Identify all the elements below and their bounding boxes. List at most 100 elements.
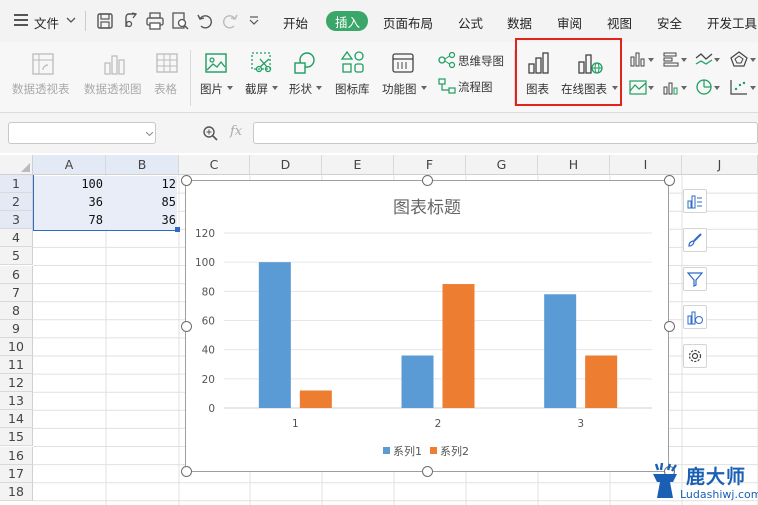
fx-icon[interactable]: fx bbox=[230, 124, 242, 139]
table-button[interactable]: 表格 bbox=[154, 81, 177, 97]
y-tick-label: 80 bbox=[202, 286, 215, 298]
screenshot-button[interactable]: 截屏 bbox=[245, 81, 268, 97]
resize-handle[interactable] bbox=[664, 175, 675, 186]
pivot-chart-button[interactable]: 数据透视图 bbox=[84, 81, 142, 97]
dropdown-arrow-icon[interactable] bbox=[316, 86, 322, 90]
tab-home[interactable]: 开始 bbox=[283, 13, 308, 32]
dropdown-arrow-icon[interactable] bbox=[648, 58, 654, 62]
pie-chart-icon[interactable] bbox=[695, 79, 713, 95]
screenshot-icon bbox=[251, 52, 272, 73]
radar-chart-icon[interactable] bbox=[730, 51, 748, 67]
formula-input[interactable] bbox=[253, 122, 758, 144]
y-tick-label: 40 bbox=[202, 345, 215, 357]
chart-filter-button[interactable] bbox=[683, 267, 707, 291]
chevron-down-icon[interactable] bbox=[146, 132, 153, 136]
plot-area[interactable]: 0 20 40 60 80 100 120 1 2 3 系列1 系列2 bbox=[186, 181, 668, 471]
icon-library-button[interactable]: 图标库 bbox=[335, 81, 370, 97]
dropdown-arrow-icon[interactable] bbox=[750, 86, 756, 90]
shapes-icon bbox=[294, 52, 315, 74]
area-chart-icon[interactable] bbox=[629, 79, 647, 95]
chart-elements-button[interactable] bbox=[683, 189, 707, 213]
watermark-url: Ludashiwj.com bbox=[680, 488, 758, 501]
resize-handle[interactable] bbox=[422, 466, 433, 477]
x-tick-label: 2 bbox=[435, 418, 442, 430]
name-box[interactable] bbox=[8, 122, 156, 144]
dropdown-arrow-icon[interactable] bbox=[227, 86, 233, 90]
tab-formulas[interactable]: 公式 bbox=[458, 13, 483, 32]
brush-icon bbox=[688, 233, 702, 247]
picture-button[interactable]: 图片 bbox=[200, 81, 223, 97]
resize-handle[interactable] bbox=[181, 466, 192, 477]
bar-series1-cat3[interactable] bbox=[544, 294, 577, 408]
chart-settings-button[interactable] bbox=[683, 344, 707, 368]
resize-handle[interactable] bbox=[422, 175, 433, 186]
formula-bar: fx bbox=[0, 113, 758, 153]
mind-map-button[interactable]: 思维导图 bbox=[458, 53, 504, 69]
cell-b1[interactable]: 12 bbox=[106, 175, 179, 193]
tab-page-layout[interactable]: 页面布局 bbox=[383, 13, 433, 32]
tab-insert[interactable]: 插入 bbox=[326, 11, 368, 31]
resize-handle[interactable] bbox=[181, 321, 192, 332]
combo-chart-icon[interactable] bbox=[662, 79, 680, 95]
cell-b3[interactable]: 36 bbox=[106, 211, 179, 229]
tab-security[interactable]: 安全 bbox=[657, 13, 682, 32]
column-chart-icon[interactable] bbox=[629, 51, 647, 67]
function-chart-button[interactable]: 功能图 bbox=[382, 81, 417, 97]
icon-library-icon bbox=[340, 50, 364, 73]
bar-series2-cat3[interactable] bbox=[585, 355, 618, 409]
shapes-button[interactable]: 形状 bbox=[289, 81, 312, 97]
bar-series2-cat1[interactable] bbox=[299, 390, 332, 409]
gear-icon bbox=[688, 349, 702, 363]
bar-series2-cat2[interactable] bbox=[442, 284, 475, 408]
pivot-table-icon bbox=[32, 53, 54, 75]
chart-object[interactable]: 图表标题 0 20 40 60 80 100 120 1 2 3 系列1 系列2 bbox=[185, 180, 669, 472]
cell-b2[interactable]: 85 bbox=[106, 193, 179, 211]
zoom-icon[interactable] bbox=[202, 125, 219, 142]
dropdown-arrow-icon[interactable] bbox=[681, 86, 687, 90]
x-tick-label: 1 bbox=[292, 418, 299, 430]
y-tick-label: 0 bbox=[208, 403, 215, 415]
undo-icon[interactable] bbox=[195, 11, 215, 31]
legend-swatch bbox=[383, 447, 390, 454]
dropdown-arrow-icon[interactable] bbox=[421, 86, 427, 90]
tab-insert-label: 插入 bbox=[335, 15, 361, 30]
dropdown-arrow-icon[interactable] bbox=[714, 86, 720, 90]
dropdown-arrow-icon[interactable] bbox=[272, 86, 278, 90]
resize-handle[interactable] bbox=[664, 321, 675, 332]
print-icon[interactable] bbox=[145, 11, 165, 31]
redo-icon[interactable] bbox=[220, 11, 240, 31]
online-chart-side-button[interactable] bbox=[683, 305, 707, 329]
divider bbox=[190, 50, 191, 106]
resize-handle[interactable] bbox=[181, 175, 192, 186]
print-preview-icon[interactable] bbox=[170, 11, 190, 31]
pivot-table-button[interactable]: 数据透视表 bbox=[12, 81, 70, 97]
dropdown-arrow-icon[interactable] bbox=[750, 58, 756, 62]
quick-access-menu-icon[interactable] bbox=[249, 16, 259, 25]
export-icon[interactable] bbox=[121, 11, 141, 31]
dropdown-arrow-icon[interactable] bbox=[648, 86, 654, 90]
scatter-chart-icon[interactable] bbox=[730, 79, 748, 95]
bar-series1-cat2[interactable] bbox=[401, 355, 434, 409]
flowchart-button[interactable]: 流程图 bbox=[458, 79, 493, 95]
hamburger-icon[interactable] bbox=[14, 14, 28, 26]
bar-series1-cat1[interactable] bbox=[258, 262, 291, 408]
dropdown-arrow-icon[interactable] bbox=[714, 58, 720, 62]
cell-a3[interactable]: 78 bbox=[33, 211, 106, 229]
cell-a1[interactable]: 100 bbox=[33, 175, 106, 193]
watermark: 鹿大师 Ludashiwj.com bbox=[646, 460, 758, 505]
cell-a2[interactable]: 36 bbox=[33, 193, 106, 211]
chevron-down-icon[interactable] bbox=[66, 17, 76, 24]
tab-review[interactable]: 审阅 bbox=[557, 13, 582, 32]
line-chart-icon[interactable] bbox=[695, 51, 713, 67]
dropdown-arrow-icon[interactable] bbox=[681, 58, 687, 62]
bar-chart-icon[interactable] bbox=[662, 51, 680, 67]
legend-label: 系列1 bbox=[393, 444, 422, 458]
tab-developer[interactable]: 开发工具 bbox=[707, 13, 757, 32]
file-menu[interactable]: 文件 bbox=[34, 13, 59, 32]
tab-view[interactable]: 视图 bbox=[607, 13, 632, 32]
save-icon[interactable] bbox=[95, 11, 115, 31]
chart-styles-button[interactable] bbox=[683, 228, 707, 252]
tab-data[interactable]: 数据 bbox=[507, 13, 532, 32]
table-icon bbox=[156, 53, 178, 73]
ribbon: 数据透视表 数据透视图 表格 图片 截屏 形状 图标库 功能图 思维导图 流程图… bbox=[0, 42, 758, 113]
